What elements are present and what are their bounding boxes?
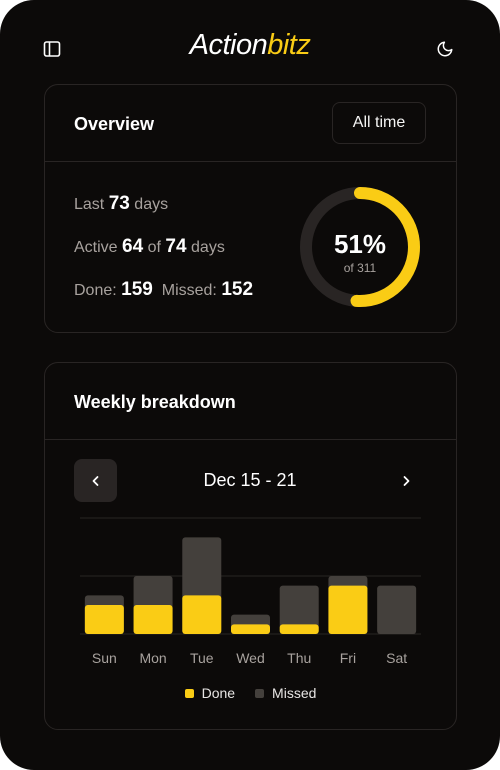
active-prefix: Active xyxy=(74,239,118,256)
bar-done-thu[interactable] xyxy=(279,624,319,634)
weekly-divider xyxy=(45,439,456,440)
last-days-suffix: days xyxy=(134,196,169,213)
brand-prefix: Action xyxy=(189,29,268,61)
legend-label-done: Done xyxy=(201,685,236,701)
x-tick-label-wed: Wed xyxy=(236,650,265,666)
app-screen: Actionbitz Overview All time Last 73 day… xyxy=(0,0,500,770)
x-tick-label-sat: Sat xyxy=(386,650,407,666)
overview-title: Overview xyxy=(74,114,155,134)
active-of: of xyxy=(147,239,161,256)
overview-card: Overview All time Last 73 days Active 64… xyxy=(44,84,457,333)
completion-total: of 311 xyxy=(343,261,377,275)
all-time-filter-button[interactable]: All time xyxy=(332,102,426,144)
bar-missed-sat[interactable] xyxy=(377,585,417,634)
bar-done-tue[interactable] xyxy=(182,595,222,634)
chevron-left-icon xyxy=(92,475,98,486)
legend-swatch-done xyxy=(184,688,194,698)
missed-count: 152 xyxy=(221,279,254,300)
overview-divider xyxy=(45,161,456,162)
last-days-stat: Last 73 days xyxy=(74,193,168,215)
x-tick-label-tue: Tue xyxy=(190,650,214,666)
bar-done-sun[interactable] xyxy=(84,605,124,634)
x-tick-label-thu: Thu xyxy=(287,650,311,666)
x-tick-label-sun: Sun xyxy=(92,650,117,666)
app-logo: Actionbitz xyxy=(0,29,500,62)
x-tick-label-fri: Fri xyxy=(340,650,356,666)
active-days-stat: Active 64 of 74 days xyxy=(74,236,225,258)
active-total: 74 xyxy=(165,236,187,257)
legend-item-done: Done xyxy=(184,685,236,701)
active-suffix: days xyxy=(191,239,225,256)
missed-label: Missed: xyxy=(161,282,217,299)
last-days-prefix: Last xyxy=(74,196,105,213)
week-range-label: Dec 15 - 21 xyxy=(203,470,297,490)
legend-swatch-missed xyxy=(255,688,265,698)
next-week-button[interactable] xyxy=(388,459,424,502)
x-tick-label-mon: Mon xyxy=(139,650,166,666)
chart-legend: Done Missed xyxy=(45,685,456,701)
done-missed-stat: Done: 159 Missed: 152 xyxy=(74,279,253,301)
weekly-title: Weekly breakdown xyxy=(74,392,236,412)
bar-done-wed[interactable] xyxy=(231,624,270,634)
legend-label-missed: Missed xyxy=(272,685,317,701)
chevron-right-icon xyxy=(403,475,410,486)
weekly-bar-chart: Sun Mon Tue Wed Thu Fri Sat xyxy=(80,517,421,666)
last-days-value: 73 xyxy=(108,193,130,214)
moon-icon xyxy=(437,41,453,57)
brand-suffix: bitz xyxy=(267,29,311,61)
bar-done-mon[interactable] xyxy=(133,605,173,634)
done-label: Done: xyxy=(74,282,117,299)
previous-week-button[interactable] xyxy=(74,459,117,502)
app-header: Actionbitz xyxy=(0,0,500,96)
legend-item-missed: Missed xyxy=(255,685,316,701)
completion-percent: 51% xyxy=(333,229,387,259)
theme-toggle-button[interactable] xyxy=(428,32,462,66)
active-count: 64 xyxy=(122,236,144,257)
weekly-breakdown-card: Weekly breakdown Dec 15 - 21 Sun Mon Tue We… xyxy=(44,362,457,730)
done-count: 159 xyxy=(121,279,153,300)
bar-done-fri[interactable] xyxy=(328,585,368,634)
